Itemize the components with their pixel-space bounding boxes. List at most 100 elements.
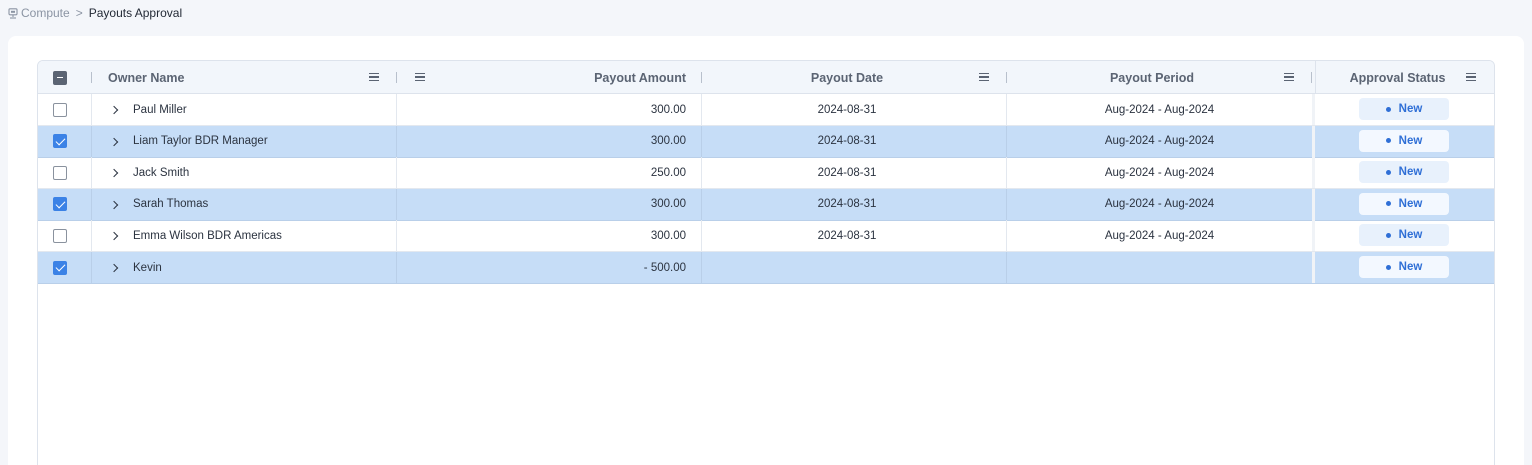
pinned-column-divider (1312, 94, 1315, 125)
payout-period-cell: Aug-2024 - Aug-2024 (1104, 166, 1215, 179)
cell-divider (91, 125, 92, 157)
status-badge: New (1359, 129, 1449, 152)
column-header-payout-amount[interactable]: Payout Amount (438, 61, 686, 94)
breadcrumb: Compute > Payouts Approval (8, 5, 182, 21)
status-badge-label: New (1398, 229, 1423, 242)
payout-date-cell: 2024-08-31 (817, 229, 877, 242)
payout-amount-cell: 300.00 (650, 198, 686, 211)
row-checkbox-cell[interactable] (53, 94, 67, 125)
row-checkbox[interactable] (53, 165, 67, 180)
chevron-right-icon[interactable] (109, 263, 119, 273)
cell-divider (91, 94, 92, 125)
cell-divider (91, 220, 92, 252)
payout-period-cell: Aug-2024 - Aug-2024 (1104, 229, 1215, 242)
column-header-payout-date[interactable]: Payout Date (702, 61, 992, 94)
row-checkbox[interactable] (53, 134, 67, 149)
pinned-column-divider (1312, 157, 1315, 189)
column-menu-icon[interactable] (1466, 73, 1476, 82)
status-badge: New (1359, 224, 1449, 247)
select-all-checkbox-cell[interactable] (53, 61, 67, 94)
chevron-right-icon: > (75, 6, 83, 20)
payout-amount-cell: 300.00 (650, 103, 686, 116)
column-resize-handle[interactable] (91, 72, 92, 83)
payouts-grid: Owner Name Payout Amount Payout Date Pay… (37, 60, 1495, 465)
breadcrumb-compute-link[interactable]: Compute (21, 6, 70, 20)
column-header-approval-status[interactable]: Approval Status (1316, 61, 1479, 94)
column-menu-icon[interactable] (369, 73, 379, 82)
row-checkbox[interactable] (53, 102, 67, 117)
payout-period-cell: Aug-2024 - Aug-2024 (1104, 198, 1215, 211)
column-header-label: Approval Status (1349, 70, 1446, 85)
cell-divider (91, 157, 92, 189)
status-dot-icon (1385, 201, 1391, 207)
row-checkbox[interactable] (53, 197, 67, 212)
cell-divider (91, 188, 92, 220)
payout-date-cell: 2024-08-31 (817, 103, 877, 116)
pinned-column-divider (1312, 220, 1315, 252)
table-row[interactable]: Jack Smith 250.00 2024-08-31 Aug-2024 - Aug… (38, 157, 1494, 190)
payout-date-cell: 2024-08-31 (817, 166, 877, 179)
row-checkbox-cell[interactable] (53, 220, 67, 251)
column-resize-handle[interactable] (396, 72, 397, 83)
status-badge: New (1359, 256, 1449, 278)
chevron-right-icon[interactable] (109, 105, 119, 115)
row-checkbox-cell[interactable] (53, 126, 67, 157)
pinned-column-divider (1312, 125, 1315, 157)
cell-divider (91, 252, 92, 283)
owner-name-cell: Liam Taylor BDR Manager (133, 135, 268, 148)
owner-name-cell: Sarah Thomas (133, 198, 209, 211)
table-row[interactable]: Paul Miller 300.00 2024-08-31 Aug-2024 - Au… (38, 94, 1494, 126)
status-badge-label: New (1398, 166, 1423, 179)
payout-amount-cell: 300.00 (650, 135, 686, 148)
status-badge: New (1359, 98, 1449, 120)
chevron-right-icon[interactable] (109, 137, 119, 146)
owner-name-cell: Paul Miller (133, 103, 187, 116)
pinned-column-divider (1312, 188, 1315, 220)
column-resize-handle[interactable] (1311, 72, 1312, 83)
column-header-label: Owner Name (108, 70, 185, 85)
chevron-right-icon[interactable] (109, 232, 119, 241)
owner-name-cell: Emma Wilson BDR Americas (133, 229, 282, 242)
grid-header-row: Owner Name Payout Amount Payout Date Pay… (38, 61, 1494, 94)
row-checkbox-cell[interactable] (53, 189, 67, 220)
column-header-label: Payout Period (1109, 70, 1195, 85)
content-card: Owner Name Payout Amount Payout Date Pay… (8, 36, 1524, 465)
payout-period-cell: Aug-2024 - Aug-2024 (1104, 103, 1215, 116)
row-checkbox-cell[interactable] (53, 157, 67, 188)
owner-name-cell: Kevin (133, 261, 162, 274)
row-checkbox[interactable] (53, 260, 67, 275)
breadcrumb-current-page: Payouts Approval (88, 6, 183, 20)
row-checkbox-cell[interactable] (53, 252, 67, 283)
table-row[interactable]: Liam Taylor BDR Manager 300.00 2024-08-31 A… (38, 125, 1494, 158)
table-row[interactable]: Emma Wilson BDR Americas 300.00 2024-08-31… (38, 220, 1494, 253)
status-dot-icon (1385, 138, 1391, 144)
status-badge-label: New (1398, 103, 1423, 115)
status-badge-label: New (1398, 261, 1423, 273)
chevron-right-icon[interactable] (109, 200, 119, 210)
column-header-payout-period[interactable]: Payout Period (1007, 61, 1297, 94)
chevron-right-icon[interactable] (109, 168, 119, 178)
column-menu-icon[interactable] (1284, 73, 1294, 82)
column-menu-icon[interactable] (979, 73, 989, 82)
column-header-label: Payout Date (810, 70, 884, 85)
status-badge: New (1359, 192, 1449, 215)
row-checkbox[interactable] (53, 228, 67, 243)
select-all-checkbox[interactable] (53, 70, 67, 85)
status-badge-label: New (1398, 134, 1423, 147)
payout-date-cell: 2024-08-31 (817, 135, 877, 148)
column-header-label: Payout Amount (594, 70, 686, 85)
status-badge-label: New (1398, 197, 1423, 210)
table-row[interactable]: Sarah Thomas 300.00 2024-08-31 Aug-2024 - A… (38, 188, 1494, 221)
column-header-owner-name[interactable]: Owner Name (108, 61, 184, 94)
status-badge: New (1359, 161, 1449, 184)
column-menu-icon[interactable] (415, 73, 425, 82)
payout-amount-cell: 300.00 (650, 229, 686, 242)
payout-period-cell (1007, 252, 1312, 283)
status-dot-icon (1385, 169, 1391, 175)
compute-icon (8, 7, 18, 19)
pinned-column-divider (1312, 252, 1315, 283)
table-row[interactable]: Kevin - 500.00 New (38, 252, 1494, 284)
payout-amount-cell: - 500.00 (643, 261, 686, 274)
payout-date-cell (702, 252, 992, 283)
status-dot-icon (1385, 264, 1391, 270)
